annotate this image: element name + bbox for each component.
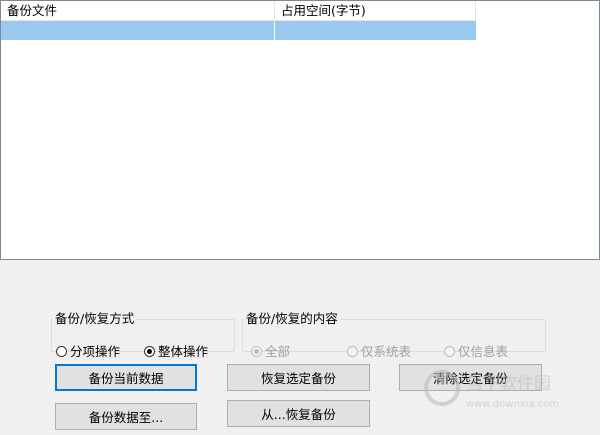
backup-content-title: 备份/恢复的内容 [246, 311, 338, 326]
radio-system-tables[interactable]: 仅系统表 [347, 344, 411, 360]
radio-whole-label: 整体操作 [158, 344, 209, 359]
radio-itemized-circle[interactable] [56, 346, 67, 357]
restore-selected-backup-button[interactable]: 恢复选定备份 [227, 364, 370, 391]
radio-itemized-operation[interactable]: 分项操作 [56, 344, 120, 360]
radio-info-tables-circle[interactable] [444, 346, 455, 357]
radio-system-tables-circle[interactable] [347, 346, 358, 357]
radio-info-tables-label: 仅信息表 [458, 344, 509, 359]
column-header-space-used[interactable]: 占用空间(字节) [275, 1, 476, 21]
radio-all-label: 全部 [265, 344, 291, 359]
svg-text:www.downxia.com: www.downxia.com [466, 399, 559, 410]
backup-data-to-button[interactable]: 备份数据至... [55, 403, 197, 430]
backup-file-list[interactable]: 备份文件 占用空间(字节) [0, 0, 600, 260]
radio-whole-circle[interactable] [144, 346, 155, 357]
list-row-selected[interactable] [1, 21, 476, 40]
radio-itemized-label: 分项操作 [70, 344, 121, 359]
radio-system-tables-label: 仅系统表 [361, 344, 412, 359]
backup-method-title: 备份/恢复方式 [55, 311, 135, 326]
column-header-backup-file[interactable]: 备份文件 [1, 1, 275, 21]
row-column-divider [274, 21, 275, 40]
backup-method-group: 备份/恢复方式 分项操作 整体操作 [51, 311, 235, 359]
radio-whole-operation[interactable]: 整体操作 [144, 344, 208, 360]
backup-current-data-button[interactable]: 备份当前数据 [55, 364, 197, 391]
radio-all[interactable]: 全部 [251, 344, 290, 360]
restore-from-backup-button[interactable]: 从...恢复备份 [227, 400, 370, 427]
clear-selected-backup-button[interactable]: 清除选定备份 [399, 364, 542, 391]
backup-content-group: 备份/恢复的内容 全部 仅系统表 仅信息表 [242, 311, 546, 359]
radio-info-tables[interactable]: 仅信息表 [444, 344, 508, 360]
radio-all-circle[interactable] [251, 346, 262, 357]
